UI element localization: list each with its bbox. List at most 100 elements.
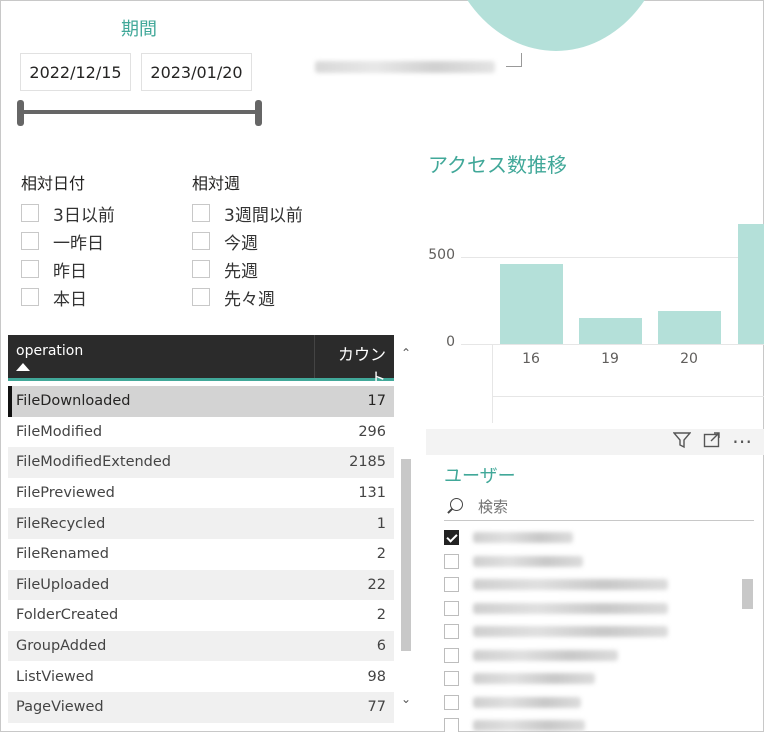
operation-cell: FilePreviewed <box>16 485 115 502</box>
chart-title: アクセス数推移 <box>428 153 567 177</box>
checkbox[interactable] <box>444 718 459 732</box>
chart-bar[interactable] <box>658 310 721 344</box>
checkbox[interactable] <box>444 553 459 569</box>
relative-date-option[interactable]: 本日 <box>21 283 115 311</box>
checkbox[interactable] <box>192 260 210 278</box>
count-cell: 1 <box>376 515 386 532</box>
user-list-item[interactable] <box>444 644 618 668</box>
table-row[interactable]: PageViewed 77 <box>8 691 394 723</box>
user-list-item[interactable] <box>444 573 668 597</box>
user-list-item[interactable] <box>444 691 581 715</box>
user-list-item[interactable] <box>444 597 668 621</box>
count-cell: 17 <box>367 393 386 410</box>
pie-chart-partial <box>441 0 671 51</box>
chart-bar[interactable] <box>738 223 764 344</box>
checkbox[interactable] <box>444 530 459 546</box>
count-cell: 22 <box>367 576 386 593</box>
relative-date-list: 3日以前 一昨日 昨日 本日 <box>21 199 115 311</box>
table-row[interactable]: FileRenamed 2 <box>8 539 394 570</box>
date-range-start-handle[interactable] <box>17 100 24 126</box>
chevron-down-icon[interactable]: ⌄ <box>399 691 413 707</box>
redacted-user-name <box>473 626 668 638</box>
date-range-end-handle[interactable] <box>255 100 262 126</box>
option-label: 先週 <box>224 261 258 282</box>
table-row[interactable]: FileModifiedExtended 2185 <box>8 447 394 478</box>
operation-cell: FileDownloaded <box>16 393 131 410</box>
user-list-scrollbar-thumb[interactable] <box>742 579 753 609</box>
relative-date-option[interactable]: 3日以前 <box>21 199 115 227</box>
filter-icon[interactable] <box>672 431 692 454</box>
column-header-label: operation <box>16 343 84 359</box>
checkbox[interactable] <box>21 204 39 222</box>
relative-date-option[interactable]: 昨日 <box>21 255 115 283</box>
redacted-user-name <box>473 673 595 685</box>
checkbox[interactable] <box>444 577 459 593</box>
user-list-item[interactable] <box>444 526 573 550</box>
table-row[interactable]: FileModified 296 <box>8 417 394 448</box>
relative-week-option[interactable]: 今週 <box>192 227 303 255</box>
date-range-slider-track[interactable] <box>19 110 259 114</box>
relative-date-option[interactable]: 一昨日 <box>21 227 115 255</box>
table-row[interactable]: FileUploaded 22 <box>8 569 394 601</box>
y-tick-label: 500 <box>428 247 455 263</box>
operation-cell: FileRecycled <box>16 515 106 532</box>
operation-cell: PageViewed <box>16 699 104 716</box>
focus-mode-icon[interactable] <box>703 431 721 454</box>
x-tick-label: 20 <box>680 351 698 367</box>
checkbox[interactable] <box>21 288 39 306</box>
user-search <box>444 493 754 521</box>
more-options-icon[interactable]: ⋯ <box>732 429 753 453</box>
label-leader-line <box>506 53 522 67</box>
user-list-item[interactable] <box>444 667 595 691</box>
checkbox[interactable] <box>192 288 210 306</box>
user-search-input[interactable] <box>478 497 728 516</box>
checkbox[interactable] <box>21 232 39 250</box>
user-list-item[interactable] <box>444 620 668 644</box>
redacted-user-name <box>473 555 583 567</box>
checkbox[interactable] <box>444 624 459 640</box>
count-cell: 2 <box>376 607 386 624</box>
checkbox[interactable] <box>444 600 459 616</box>
operation-cell: FileModifiedExtended <box>16 454 172 471</box>
table-row[interactable]: ListViewed 98 <box>8 661 394 692</box>
operation-cell: ListViewed <box>16 668 94 685</box>
relative-week-option[interactable]: 先々週 <box>192 283 303 311</box>
start-date-input[interactable]: 2022/12/15 <box>20 53 131 91</box>
column-header-count[interactable]: カウント <box>314 335 394 388</box>
checkbox[interactable] <box>444 647 459 663</box>
count-cell: 2185 <box>349 454 386 471</box>
user-list-item[interactable] <box>444 714 585 732</box>
table-row[interactable]: FilePreviewed 131 <box>8 478 394 509</box>
users-slicer-title: ユーザー <box>444 466 516 487</box>
chevron-up-icon[interactable]: ⌃ <box>399 345 413 361</box>
operation-cell: GroupAdded <box>16 638 107 655</box>
checkbox[interactable] <box>21 260 39 278</box>
relative-week-option[interactable]: 3週間以前 <box>192 199 303 227</box>
chart-gridline <box>461 344 764 345</box>
scrollbar-thumb[interactable] <box>401 459 411 651</box>
checkbox[interactable] <box>444 671 459 687</box>
table-scrollbar[interactable]: ⌃ ⌄ <box>399 341 413 719</box>
chart-bar[interactable] <box>579 317 642 344</box>
table-row[interactable]: FolderCreated 2 <box>8 600 394 631</box>
column-header-operation[interactable]: operation <box>8 335 314 378</box>
redacted-user-name <box>473 720 585 732</box>
user-list-item[interactable] <box>444 550 583 574</box>
checkbox[interactable] <box>192 204 210 222</box>
y-tick-label: 0 <box>446 334 455 350</box>
table-row[interactable]: FileRecycled 1 <box>8 508 394 539</box>
table-row[interactable]: GroupAdded 6 <box>8 630 394 662</box>
option-label: 本日 <box>53 289 87 310</box>
checkbox[interactable] <box>444 694 459 710</box>
checkbox[interactable] <box>192 232 210 250</box>
period-slicer-title: 期間 <box>121 19 157 40</box>
option-label: 昨日 <box>53 261 87 282</box>
chart-bar[interactable] <box>500 263 563 344</box>
end-date-input[interactable]: 2023/01/20 <box>141 53 252 91</box>
relative-week-option[interactable]: 先週 <box>192 255 303 283</box>
count-cell: 6 <box>376 638 386 655</box>
table-row[interactable]: FileDownloaded 17 <box>8 386 394 417</box>
x-tick-label: 2 <box>749 351 764 367</box>
redacted-user-name <box>473 579 668 591</box>
operation-cell: FolderCreated <box>16 607 119 624</box>
